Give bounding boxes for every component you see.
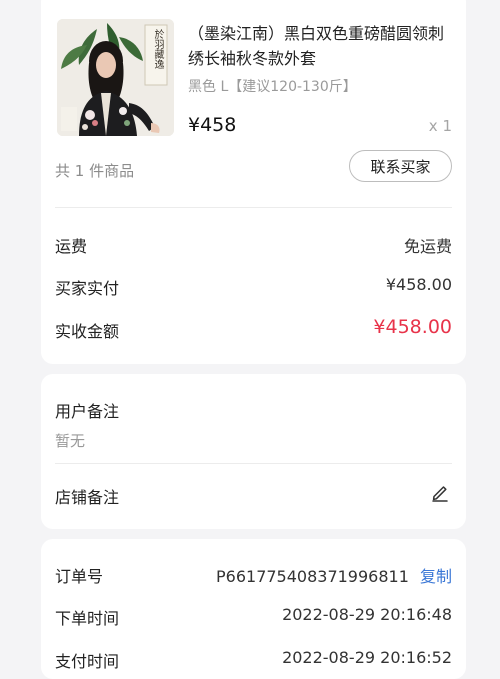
thumb-seal-text: 於羽藏逸	[152, 29, 163, 69]
contact-buyer-button[interactable]: 联系买家	[349, 150, 452, 182]
divider	[55, 207, 452, 208]
payment-time-label: 支付时间	[55, 652, 120, 671]
item-count: 共 1 件商品	[55, 162, 135, 180]
order-created-label: 下单时间	[55, 609, 120, 628]
edit-icon[interactable]	[430, 482, 450, 502]
user-note-label: 用户备注	[55, 402, 120, 421]
shipping-value: 免运费	[403, 237, 452, 256]
order-notes-card: 用户备注 暂无 店铺备注	[41, 374, 466, 529]
product-quantity: x 1	[428, 117, 452, 135]
buyer-paid-value: ¥458.00	[385, 275, 452, 294]
product-price: ¥458	[188, 114, 237, 136]
order-number-label: 订单号	[55, 567, 104, 586]
order-product-card: 於羽藏逸 （墨染江南）黑白双色重磅醋圆领刺绣长袖秋冬款外套 黑色 L【建议120…	[41, 0, 466, 364]
order-created-value: 2022-08-29 20:16:48	[282, 605, 452, 624]
order-info-card: 订单号 P661775408371996811 复制 下单时间 2022-08-…	[41, 539, 466, 679]
product-thumbnail[interactable]: 於羽藏逸	[57, 19, 174, 136]
user-note-value: 暂无	[55, 432, 86, 450]
divider	[55, 463, 452, 464]
product-variant: 黑色 L【建议120-130斤】	[188, 79, 357, 95]
received-amount-value: ¥458.00	[373, 316, 452, 338]
order-number-value: P661775408371996811	[216, 567, 409, 586]
order-number-row: P661775408371996811 复制	[216, 563, 452, 587]
shipping-label: 运费	[55, 237, 88, 256]
product-title[interactable]: （墨染江南）黑白双色重磅醋圆领刺绣长袖秋冬款外套	[188, 21, 456, 71]
shop-note-label: 店铺备注	[55, 488, 120, 507]
copy-order-number-link[interactable]: 复制	[420, 567, 452, 586]
payment-time-value: 2022-08-29 20:16:52	[282, 648, 452, 667]
buyer-paid-label: 买家实付	[55, 279, 120, 298]
received-amount-label: 实收金额	[55, 322, 120, 341]
